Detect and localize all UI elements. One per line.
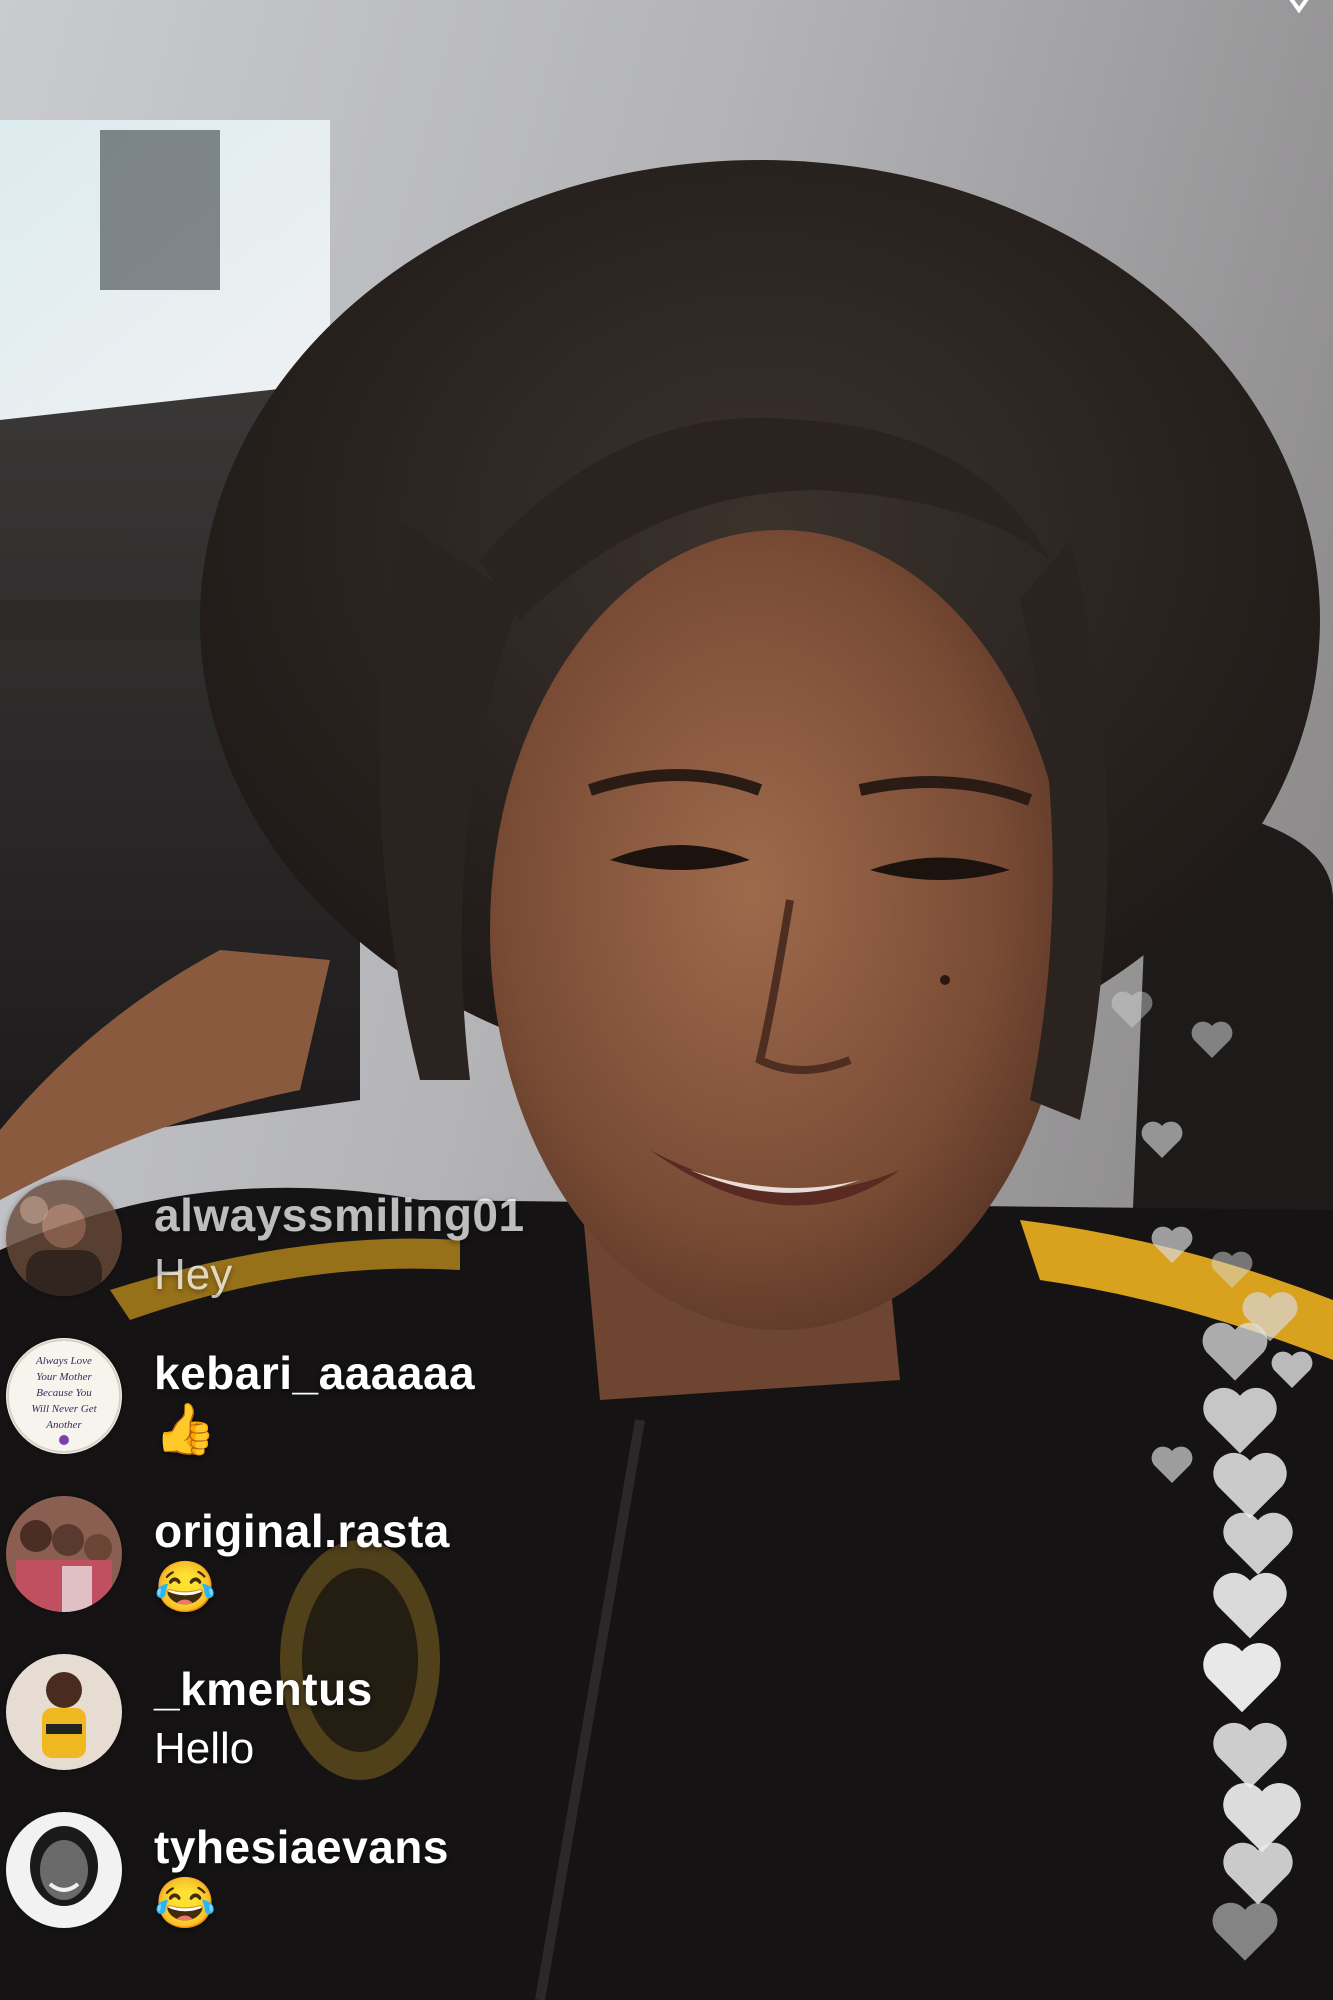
comment-username[interactable]: tyhesiaevans [154, 1820, 449, 1874]
avatar-image: Always Love Your Mother Because You Will… [6, 1338, 122, 1454]
comment-username[interactable]: kebari_aaaaaa [154, 1346, 475, 1400]
avatar-text: Will Never Get [31, 1403, 97, 1415]
comment-text: 😂 [154, 1559, 217, 1615]
avatar-text: Your Mother [36, 1371, 92, 1383]
avatar[interactable] [6, 1654, 122, 1770]
avatar-image [6, 1180, 122, 1296]
comment-text: 😂 [154, 1875, 217, 1931]
comment-text: Hey [154, 1250, 233, 1299]
comment-item[interactable]: alwayssmiling01 Hey [0, 1180, 760, 1320]
comment-username[interactable]: alwayssmiling01 [154, 1188, 525, 1242]
avatar-text: Always Love [35, 1355, 92, 1367]
comment-item[interactable]: Always Love Your Mother Because You Will… [0, 1338, 760, 1478]
avatar-image [6, 1812, 122, 1928]
avatar[interactable] [6, 1496, 122, 1612]
comment-item[interactable]: tyhesiaevans 😂 [0, 1812, 760, 1952]
close-icon[interactable] [1279, 0, 1319, 16]
avatar-text: Another [45, 1419, 82, 1431]
avatar[interactable] [6, 1180, 122, 1296]
avatar-text: Because You [36, 1387, 92, 1399]
avatar-image [6, 1496, 122, 1612]
avatar[interactable]: Always Love Your Mother Because You Will… [6, 1338, 122, 1454]
avatar[interactable] [6, 1812, 122, 1928]
comment-username[interactable]: _kmentus [154, 1662, 373, 1716]
avatar-image [6, 1654, 122, 1770]
comment-item[interactable]: _kmentus Hello [0, 1654, 760, 1794]
comment-text: 👍 [154, 1401, 217, 1457]
comment-item[interactable]: original.rasta 😂 [0, 1496, 760, 1636]
comment-text: Hello [154, 1724, 255, 1773]
live-stream-view: alwayssmiling01 Hey Always Love Your Mot… [0, 0, 1333, 2000]
comment-username[interactable]: original.rasta [154, 1504, 450, 1558]
